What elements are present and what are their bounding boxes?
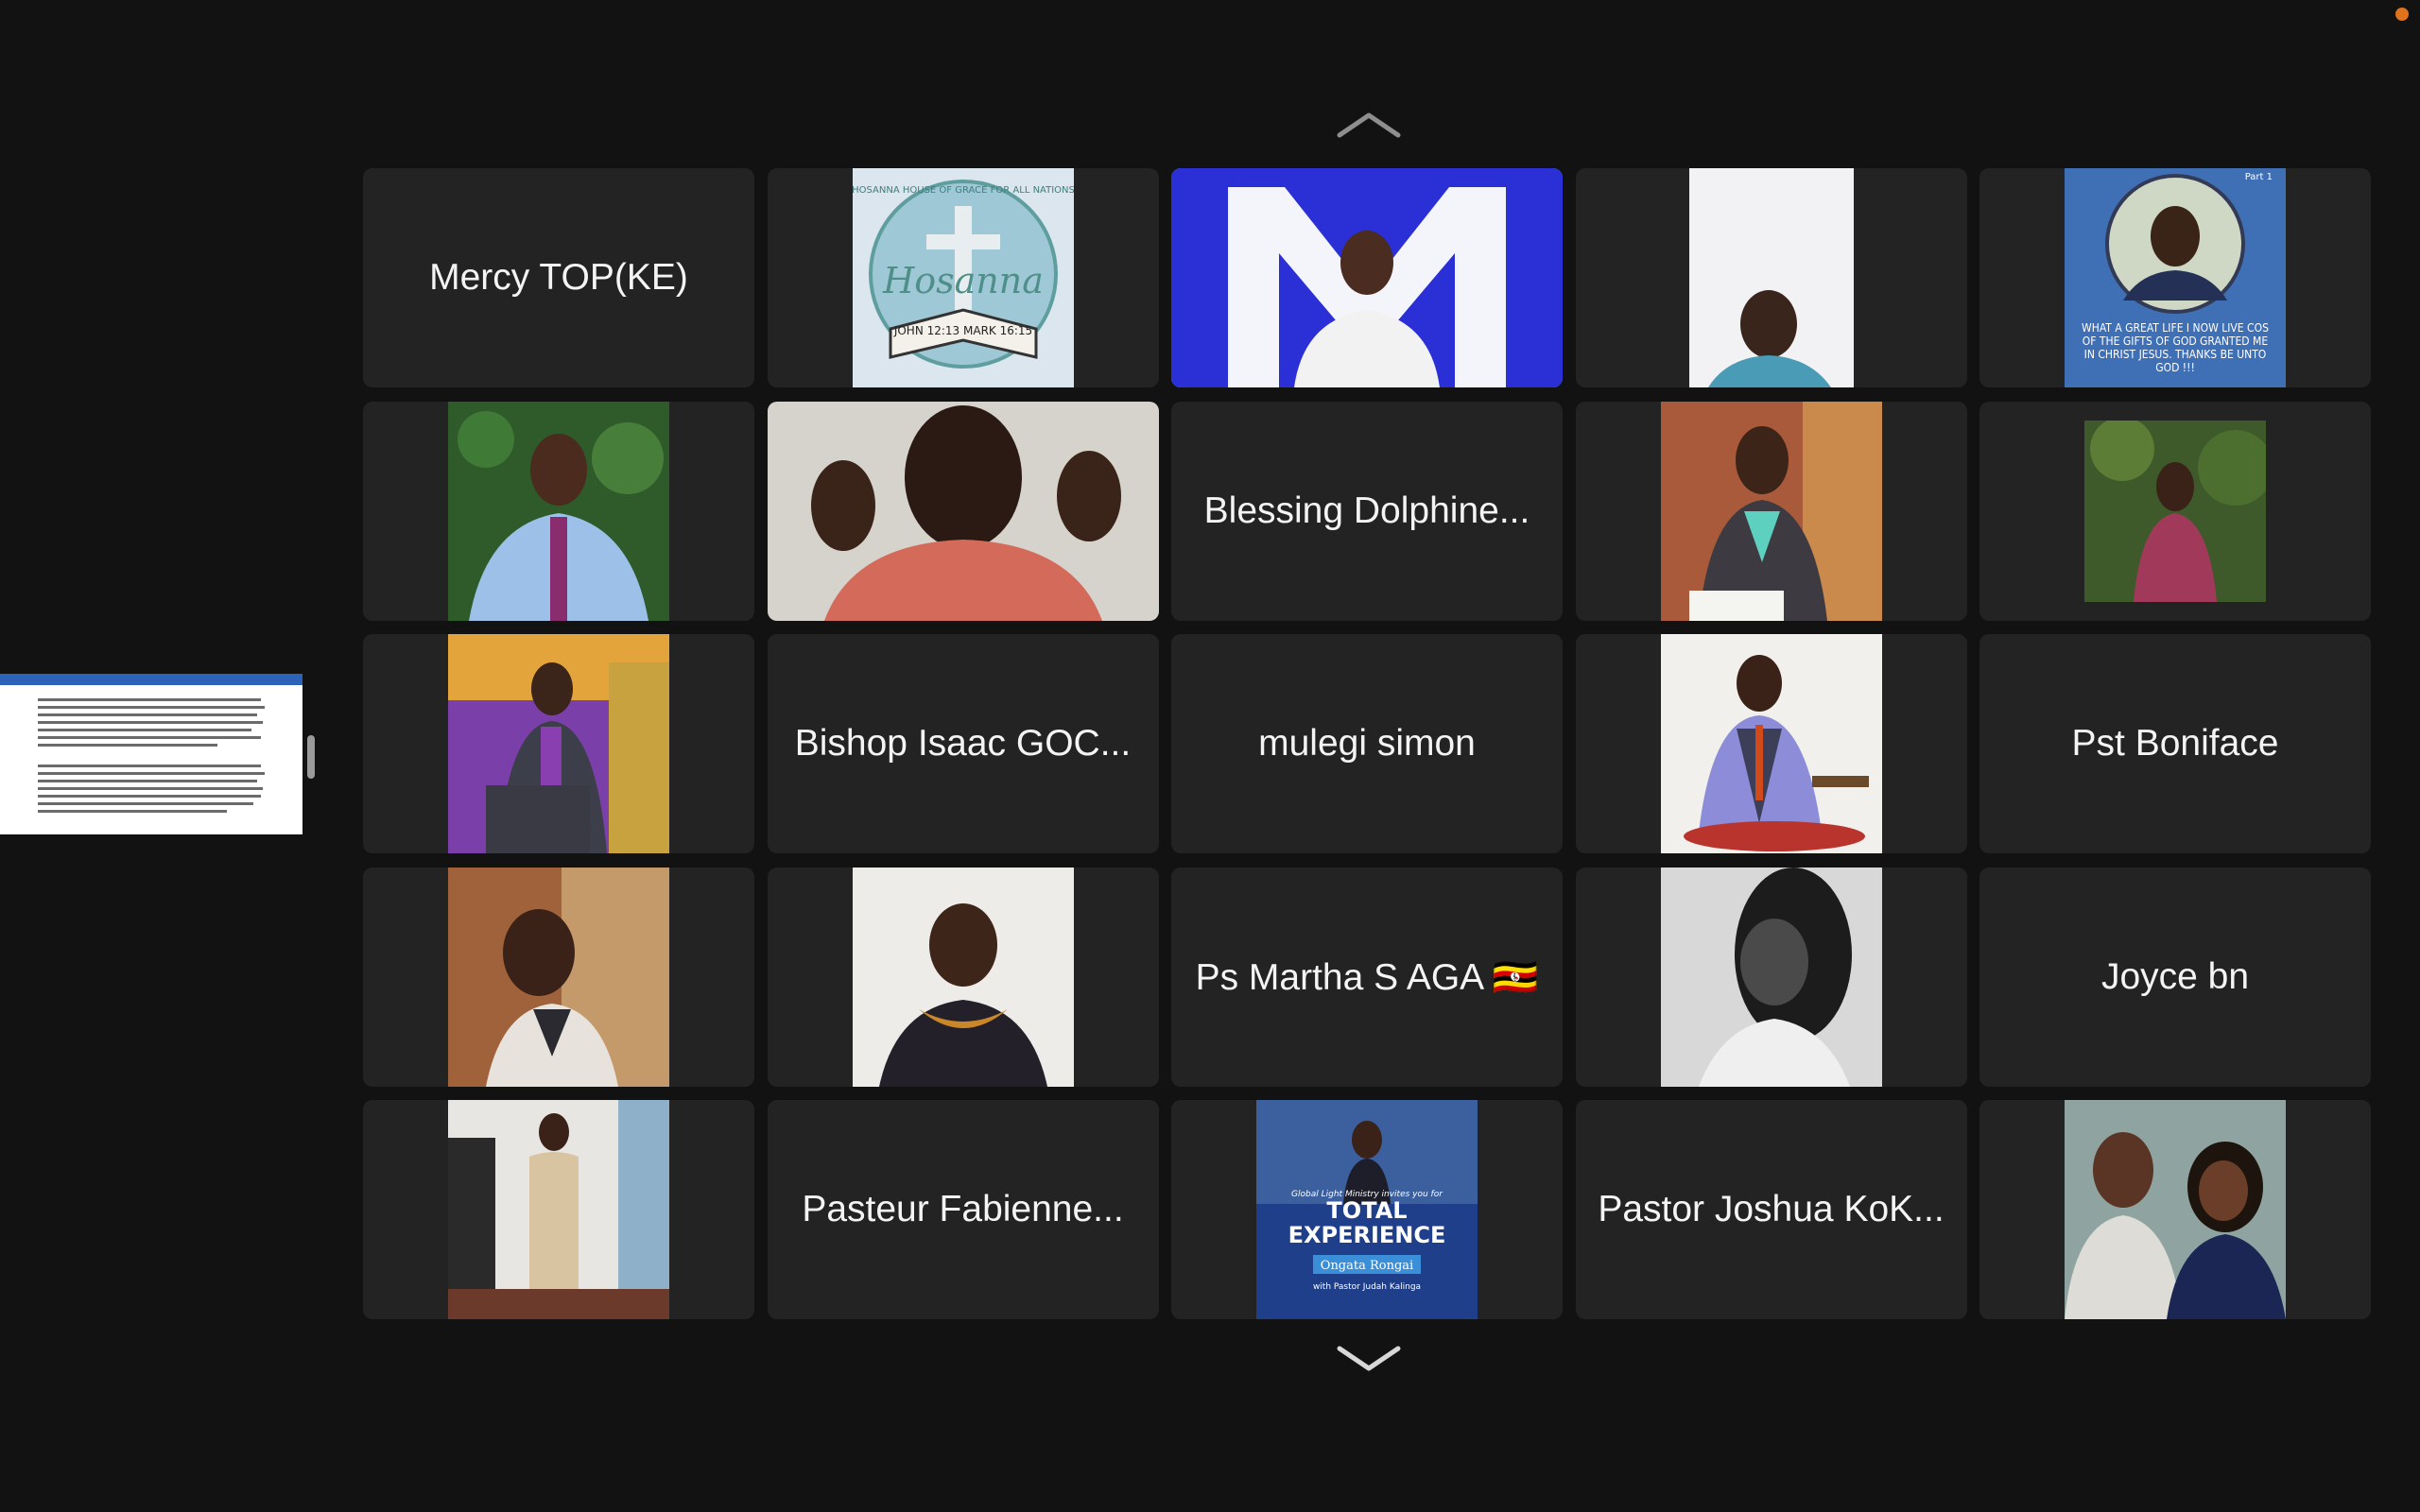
woman-garden-avatar — [2084, 420, 2266, 602]
participant-tile[interactable]: Pasteur Fabienne... — [767, 1100, 1159, 1319]
man-suit-avatar — [448, 1100, 669, 1319]
woman-video — [1688, 168, 1854, 387]
woman-bw-avatar — [1660, 867, 1882, 1087]
recording-indicator-icon — [2395, 8, 2409, 21]
panel-resize-handle[interactable] — [307, 735, 315, 779]
participant-tile[interactable] — [1979, 401, 2371, 621]
participant-tile[interactable]: Blessing Dolphine... — [1171, 401, 1563, 621]
participant-tile[interactable] — [363, 867, 754, 1087]
participant-tile[interactable]: Global Light Ministry invites you for TO… — [1171, 1100, 1563, 1319]
participant-name: Mercy TOP(KE) — [429, 257, 688, 298]
participant-tile[interactable]: Ps Martha S AGA 🇺🇬 — [1171, 867, 1563, 1087]
participant-tile[interactable]: Hosanna HOSANNA HOUSE OF GRACE FOR ALL N… — [767, 168, 1159, 387]
page-up-button[interactable] — [1333, 106, 1405, 144]
participant-tile[interactable]: Pst Boniface — [1979, 634, 2371, 853]
svg-text:Part 1: Part 1 — [2245, 172, 2273, 182]
event-poster-avatar: Global Light Ministry invites you for TO… — [1256, 1100, 1478, 1319]
participant-name: Pst Boniface — [2071, 723, 2279, 764]
participant-tile[interactable] — [767, 401, 1159, 621]
svg-text:Ongata Rongai: Ongata Rongai — [1321, 1259, 1413, 1273]
participant-name: Pastor Joshua KoK... — [1598, 1189, 1945, 1229]
participant-tile[interactable] — [1575, 168, 1967, 387]
shared-document-thumbnail[interactable] — [0, 674, 302, 834]
couple-avatar — [2065, 1100, 2286, 1319]
participant-tile[interactable] — [1575, 867, 1967, 1087]
participant-tile[interactable]: Mercy TOP(KE) — [363, 168, 754, 387]
speaker-video — [1171, 168, 1563, 387]
participant-tile[interactable] — [1979, 1100, 2371, 1319]
participant-tile[interactable]: Part 1 WHAT A GREAT LIFE I NOW LIVE COS … — [1979, 168, 2371, 387]
woman-necklace-avatar — [852, 867, 1074, 1087]
svg-text:JOHN 12:13 MARK 16:15: JOHN 12:13 MARK 16:15 — [892, 324, 1031, 337]
participant-name: Blessing Dolphine... — [1203, 490, 1530, 531]
participant-tile[interactable] — [767, 867, 1159, 1087]
participant-tile[interactable]: mulegi simon — [1171, 634, 1563, 853]
participant-tile[interactable]: Pastor Joshua KoK... — [1575, 1100, 1967, 1319]
man-blue-shirt-avatar — [448, 401, 669, 621]
gallery-view: Mercy TOP(KE) Hosanna HOSANNA HOUSE OF G… — [0, 0, 2420, 1512]
man-gesturing-video — [767, 401, 1159, 621]
participant-name: Ps Martha S AGA 🇺🇬 — [1195, 956, 1539, 998]
participant-tile[interactable]: Bishop Isaac GOC... — [767, 634, 1159, 853]
svg-text:with Pastor Judah Kalinga: with Pastor Judah Kalinga — [1313, 1282, 1421, 1292]
chevron-up-icon — [1337, 112, 1401, 138]
participant-tile[interactable] — [1575, 634, 1967, 853]
man-chair-avatar — [1660, 634, 1882, 853]
participant-tile-active-speaker[interactable] — [1171, 168, 1563, 387]
participant-tile[interactable] — [363, 634, 754, 853]
bishop-pulpit-avatar — [448, 634, 669, 853]
participant-tile[interactable] — [1575, 401, 1967, 621]
hosanna-logo-avatar: Hosanna HOSANNA HOUSE OF GRACE FOR ALL N… — [852, 168, 1074, 387]
participant-name: mulegi simon — [1258, 723, 1476, 764]
man-smiling-avatar — [448, 867, 669, 1087]
document-toolbar — [0, 674, 302, 685]
participant-tile[interactable] — [363, 401, 754, 621]
page-down-button[interactable] — [1333, 1340, 1405, 1378]
chevron-down-icon — [1337, 1346, 1401, 1371]
participant-grid: Mercy TOP(KE) Hosanna HOSANNA HOUSE OF G… — [363, 168, 2375, 1319]
svg-text:Hosanna: Hosanna — [882, 260, 1044, 301]
quote-portrait-avatar: Part 1 WHAT A GREAT LIFE I NOW LIVE COS … — [2065, 168, 2286, 387]
svg-text:HOSANNA HOUSE OF GRACE FOR ALL: HOSANNA HOUSE OF GRACE FOR ALL NATIONS — [853, 185, 1074, 196]
participant-name: Joyce bn — [2100, 955, 2250, 997]
participant-tile[interactable]: Joyce bn — [1979, 867, 2371, 1087]
participant-name: Pasteur Fabienne... — [802, 1189, 1124, 1229]
participant-name: Bishop Isaac GOC... — [794, 723, 1132, 764]
woman-seated-avatar — [1660, 401, 1882, 621]
participant-tile[interactable] — [363, 1100, 754, 1319]
